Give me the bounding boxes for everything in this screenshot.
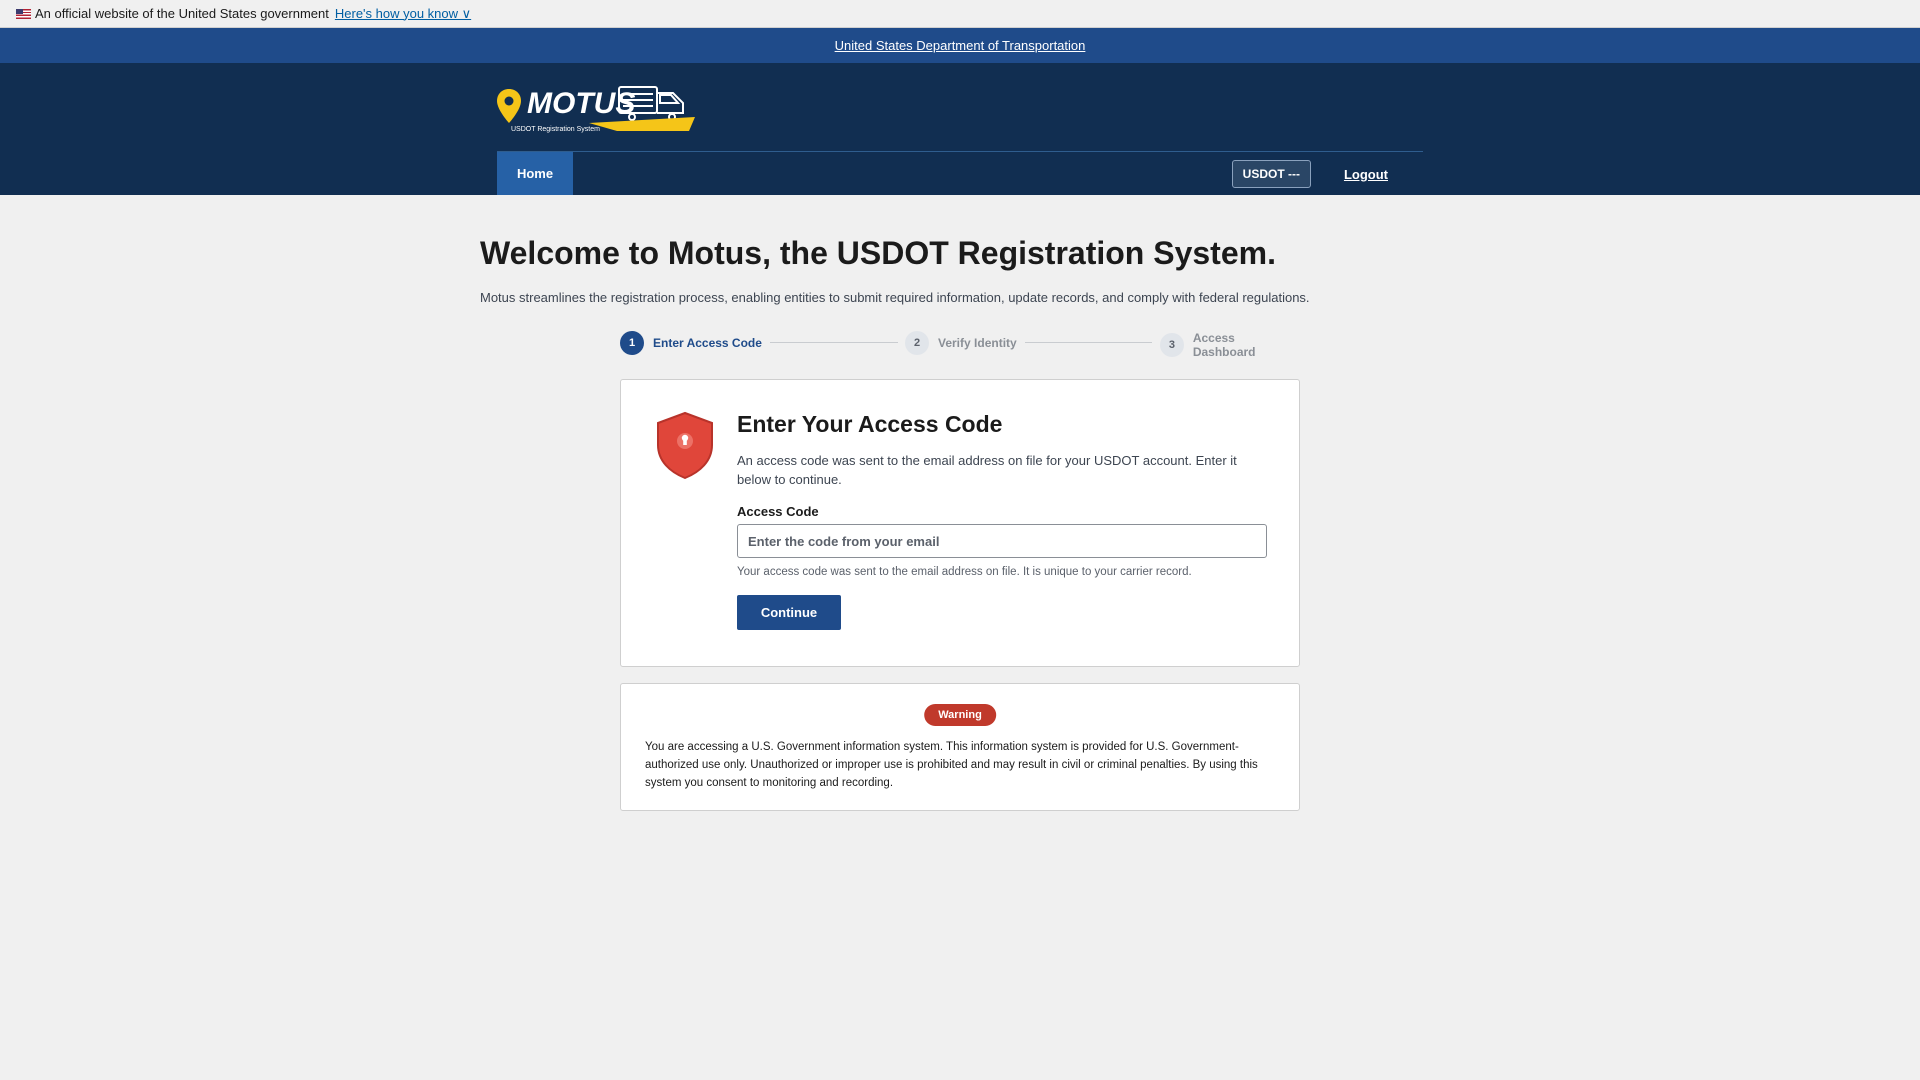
motus-logo[interactable]: MOTUS USDOT Registration System — [497, 79, 697, 139]
usdot-button[interactable]: USDOT --- — [1231, 160, 1311, 188]
step-connector — [770, 342, 898, 343]
warning-badge: Warning — [924, 704, 996, 726]
access-code-input[interactable] — [737, 524, 1267, 558]
step-3: 3 Access Dashboard — [1160, 331, 1300, 359]
page-lead: Motus streamlines the registration proce… — [480, 290, 1310, 305]
main-nav: Home USDOT --- Logout — [497, 151, 1423, 195]
logo-subtitle: USDOT Registration System — [511, 126, 600, 133]
logout-link[interactable]: Logout — [1344, 167, 1388, 182]
step-label: Enter Access Code — [653, 336, 762, 350]
step-label: Access Dashboard — [1192, 331, 1256, 359]
access-code-label: Access Code — [737, 504, 819, 519]
agency-bar: United States Department of Transportati… — [0, 27, 1920, 63]
page-title: Welcome to Motus, the USDOT Registration… — [480, 235, 1276, 271]
access-code-card: Enter Your Access Code An access code wa… — [620, 379, 1300, 667]
step-number: 2 — [905, 331, 929, 355]
map-pin-icon — [497, 89, 521, 123]
agency-link[interactable]: United States Department of Transportati… — [835, 38, 1086, 53]
step-connector — [1025, 342, 1152, 343]
nav-home[interactable]: Home — [497, 152, 573, 195]
continue-button[interactable]: Continue — [737, 595, 841, 630]
step-number: 3 — [1160, 333, 1184, 357]
step-label: Verify Identity — [938, 336, 1017, 350]
access-card-description: An access code was sent to the email add… — [737, 453, 1237, 487]
access-code-hint: Your access code was sent to the email a… — [737, 566, 1192, 578]
main-content: Welcome to Motus, the USDOT Registration… — [480, 195, 1440, 811]
step-1: 1 Enter Access Code — [620, 331, 762, 355]
site-header: MOTUS USDOT Registration System Home USD… — [0, 63, 1920, 195]
warning-text: You are accessing a U.S. Government info… — [645, 741, 1258, 789]
progress-steps: 1 Enter Access Code 2 Verify Identity 3 … — [620, 331, 1300, 359]
gov-banner-text: An official website of the United States… — [35, 6, 329, 21]
shield-lock-icon — [657, 411, 713, 479]
how-you-know-link[interactable]: Here's how you know ∨ — [335, 6, 471, 22]
warning-card: Warning You are accessing a U.S. Governm… — [620, 683, 1300, 811]
gov-banner: An official website of the United States… — [0, 0, 1920, 27]
us-flag-icon — [16, 8, 31, 19]
step-2: 2 Verify Identity — [905, 331, 1017, 355]
access-card-title: Enter Your Access Code — [737, 411, 1003, 437]
step-number: 1 — [620, 331, 644, 355]
